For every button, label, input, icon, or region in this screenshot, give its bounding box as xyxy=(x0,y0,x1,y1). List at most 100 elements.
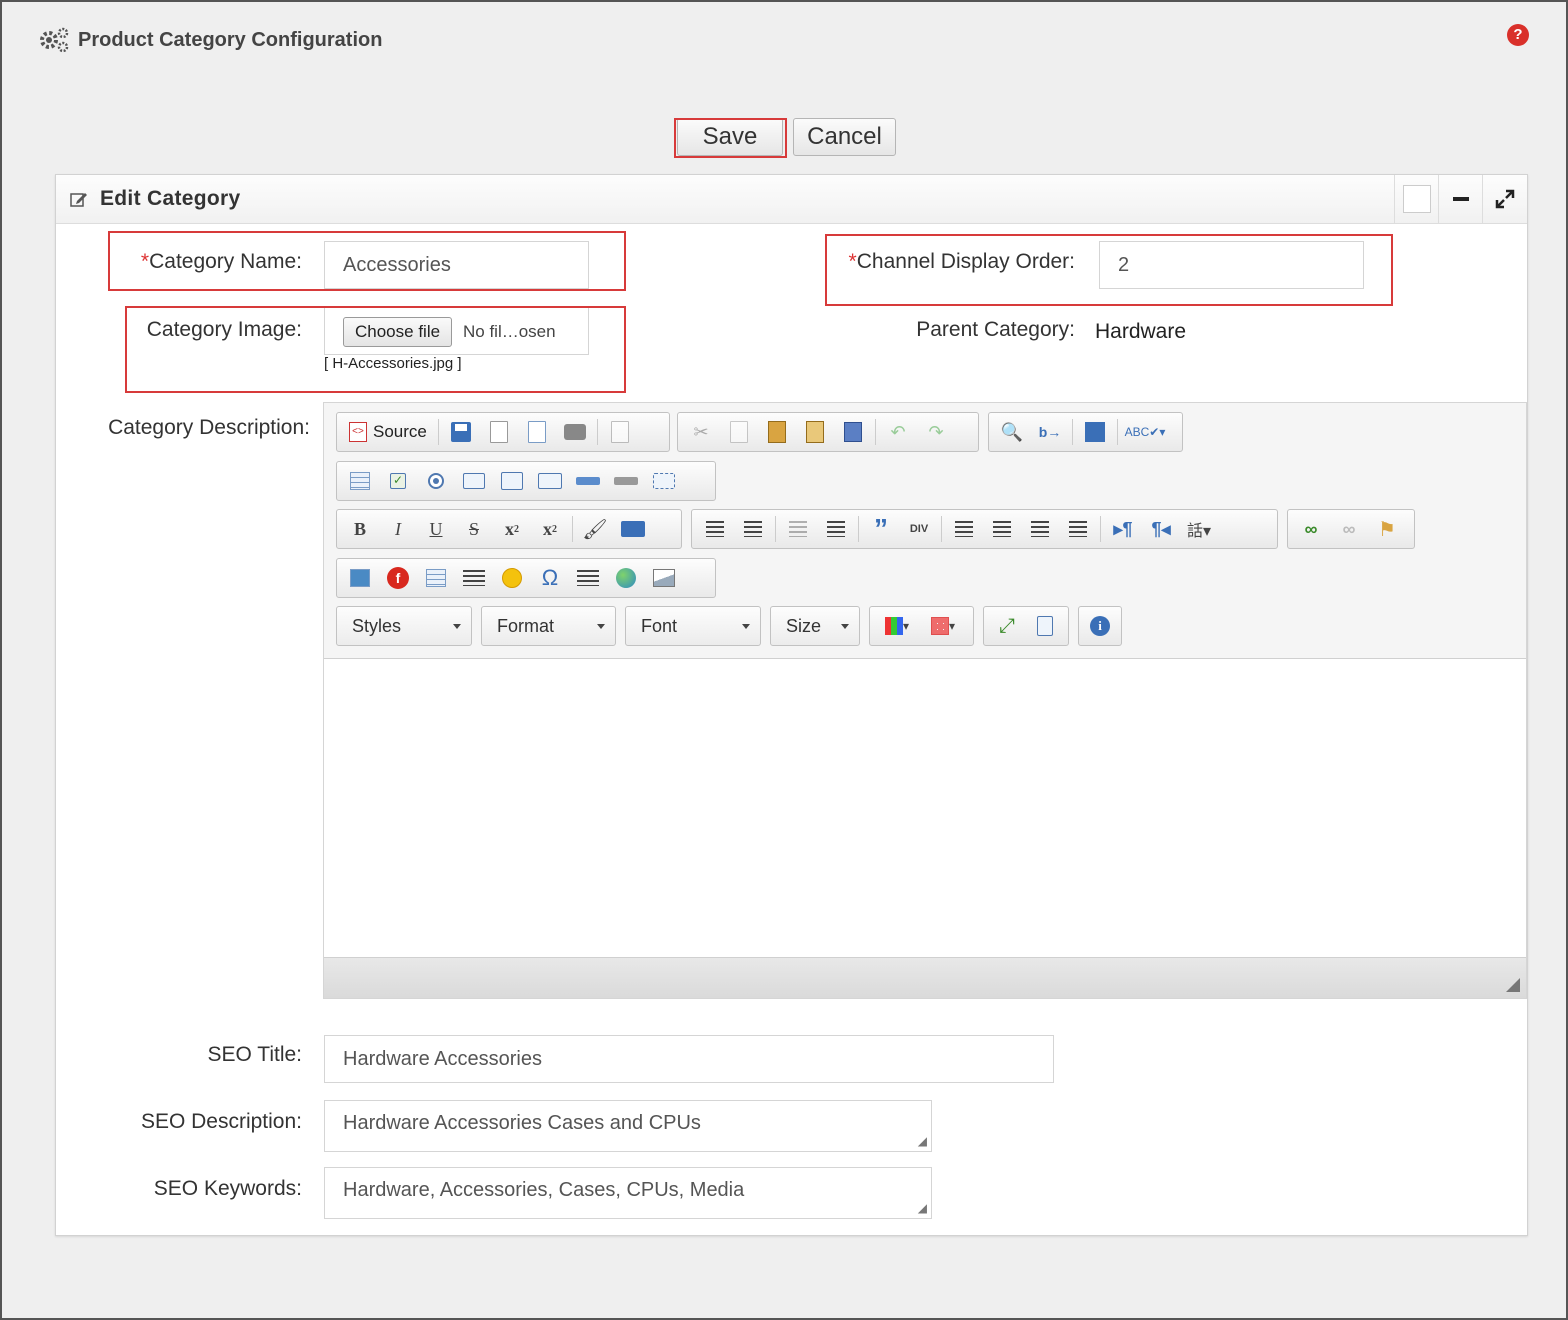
paste-text-icon[interactable] xyxy=(796,416,834,448)
paste-icon[interactable] xyxy=(758,416,796,448)
image-icon[interactable] xyxy=(645,562,683,594)
ltr-icon[interactable]: ▸¶ xyxy=(1104,513,1142,545)
undo-icon[interactable]: ↶ xyxy=(879,416,917,448)
background-color-icon[interactable]: ▾ xyxy=(920,610,966,642)
indent-icon[interactable] xyxy=(817,513,855,545)
maximize-icon[interactable]: ⤢ xyxy=(988,610,1026,642)
copy-icon[interactable] xyxy=(720,416,758,448)
seo-keywords-textarea[interactable]: Hardware, Accessories, Cases, CPUs, Medi… xyxy=(324,1167,932,1219)
about-icon[interactable]: i xyxy=(1083,610,1117,642)
help-icon[interactable]: ? xyxy=(1507,24,1529,46)
bulleted-list-icon[interactable] xyxy=(734,513,772,545)
new-page-icon[interactable] xyxy=(480,416,518,448)
smiley-icon[interactable] xyxy=(493,562,531,594)
text-color-icon[interactable]: ▾ xyxy=(874,610,920,642)
rtl-icon[interactable]: ¶◂ xyxy=(1142,513,1180,545)
styles-dropdown[interactable]: Styles xyxy=(336,606,472,646)
align-right-icon[interactable] xyxy=(1021,513,1059,545)
gears-icon xyxy=(40,27,69,53)
toolbar-group-colors: ▾ ▾ xyxy=(869,606,974,646)
size-dropdown[interactable]: Size xyxy=(770,606,860,646)
collapse-icon[interactable] xyxy=(1438,175,1482,223)
numbered-list-icon[interactable] xyxy=(696,513,734,545)
italic-button[interactable]: I xyxy=(379,513,417,545)
textfield-icon[interactable] xyxy=(455,465,493,497)
panel-header: Edit Category xyxy=(56,175,1527,224)
source-button[interactable]: <> Source xyxy=(341,416,435,448)
underline-button[interactable]: U xyxy=(417,513,455,545)
language-icon[interactable]: 話▾ xyxy=(1180,513,1218,545)
format-dropdown[interactable]: Format xyxy=(481,606,616,646)
resize-handle[interactable] xyxy=(1506,978,1520,992)
radio-icon[interactable] xyxy=(417,465,455,497)
parent-category-label: Parent Category: xyxy=(916,318,1075,341)
flash-icon[interactable]: f xyxy=(379,562,417,594)
textarea-icon[interactable] xyxy=(493,465,531,497)
expand-icon[interactable] xyxy=(1482,175,1526,223)
toolbar-group-paragraph: ” DIV ▸¶ ¶◂ 話▾ xyxy=(691,509,1278,549)
print-icon[interactable] xyxy=(556,416,594,448)
copy-format-icon[interactable]: 🖌 xyxy=(576,513,614,545)
page-header: Product Category Configuration xyxy=(38,26,382,54)
horizontal-rule-icon[interactable] xyxy=(455,562,493,594)
panel-checkbox[interactable] xyxy=(1394,175,1438,223)
align-center-icon[interactable] xyxy=(983,513,1021,545)
seo-title-label: SEO Title: xyxy=(207,1043,302,1066)
strike-button[interactable]: S xyxy=(455,513,493,545)
replace-icon[interactable]: b→ xyxy=(1031,416,1069,448)
link-icon[interactable]: ∞ xyxy=(1292,513,1330,545)
image-insert-icon[interactable] xyxy=(341,562,379,594)
page-break-icon[interactable] xyxy=(569,562,607,594)
unlink-icon[interactable]: ∞ xyxy=(1330,513,1368,545)
special-char-button[interactable]: Ω xyxy=(531,562,569,594)
bold-button[interactable]: B xyxy=(341,513,379,545)
toolbar-group-insert: f Ω xyxy=(336,558,716,598)
paste-word-icon[interactable] xyxy=(834,416,872,448)
choose-file-button[interactable]: Choose file xyxy=(343,317,453,347)
font-dropdown[interactable]: Font xyxy=(625,606,761,646)
seo-description-textarea[interactable]: Hardware Accessories Cases and CPUs ◢ xyxy=(324,1100,932,1152)
page-title: Product Category Configuration xyxy=(78,28,383,51)
spellcheck-icon[interactable]: ABC✔▾ xyxy=(1121,416,1169,448)
toolbar-group-about: i xyxy=(1078,606,1122,646)
templates-icon[interactable] xyxy=(601,416,639,448)
justify-icon[interactable] xyxy=(1059,513,1097,545)
chevron-down-icon xyxy=(742,624,750,629)
anchor-icon[interactable]: ⚑ xyxy=(1368,513,1406,545)
toolbar-group-basicstyles: B I U S x2 x2 🖌 xyxy=(336,509,682,549)
subscript-icon[interactable]: x2 xyxy=(493,513,531,545)
image-button-icon[interactable] xyxy=(607,465,645,497)
form-icon[interactable] xyxy=(341,465,379,497)
resize-handle[interactable]: ◢ xyxy=(918,1134,927,1148)
resize-handle[interactable]: ◢ xyxy=(918,1201,927,1215)
table-icon[interactable] xyxy=(417,562,455,594)
create-div-icon[interactable]: DIV xyxy=(900,513,938,545)
seo-title-input[interactable]: Hardware Accessories xyxy=(324,1035,1054,1083)
channel-display-order-input[interactable]: 2 xyxy=(1099,241,1364,289)
outdent-icon[interactable] xyxy=(779,513,817,545)
blockquote-icon[interactable]: ” xyxy=(862,513,900,545)
cut-icon[interactable]: ✂ xyxy=(682,416,720,448)
superscript-icon[interactable]: x2 xyxy=(531,513,569,545)
cancel-button[interactable]: Cancel xyxy=(793,118,896,156)
editor-content-area[interactable] xyxy=(324,658,1526,958)
category-name-input[interactable]: Accessories xyxy=(324,241,589,289)
checkbox-icon[interactable]: ✓ xyxy=(379,465,417,497)
hidden-field-icon[interactable] xyxy=(645,465,683,497)
toolbar-group-forms: ✓ xyxy=(336,461,716,501)
iframe-icon[interactable] xyxy=(607,562,645,594)
chevron-down-icon xyxy=(841,624,849,629)
required-mark: * xyxy=(848,250,857,273)
save-button[interactable]: Save xyxy=(677,118,783,156)
align-left-icon[interactable] xyxy=(945,513,983,545)
channel-display-order-label: *Channel Display Order: xyxy=(848,250,1075,273)
html-clean-icon[interactable] xyxy=(614,513,652,545)
select-all-icon[interactable] xyxy=(1076,416,1114,448)
show-blocks-icon[interactable] xyxy=(1026,610,1064,642)
redo-icon[interactable]: ↷ xyxy=(917,416,955,448)
find-icon[interactable]: 🔍 xyxy=(993,416,1031,448)
select-field-icon[interactable] xyxy=(531,465,569,497)
button-field-icon[interactable] xyxy=(569,465,607,497)
preview-icon[interactable] xyxy=(518,416,556,448)
save-doc-icon[interactable] xyxy=(442,416,480,448)
